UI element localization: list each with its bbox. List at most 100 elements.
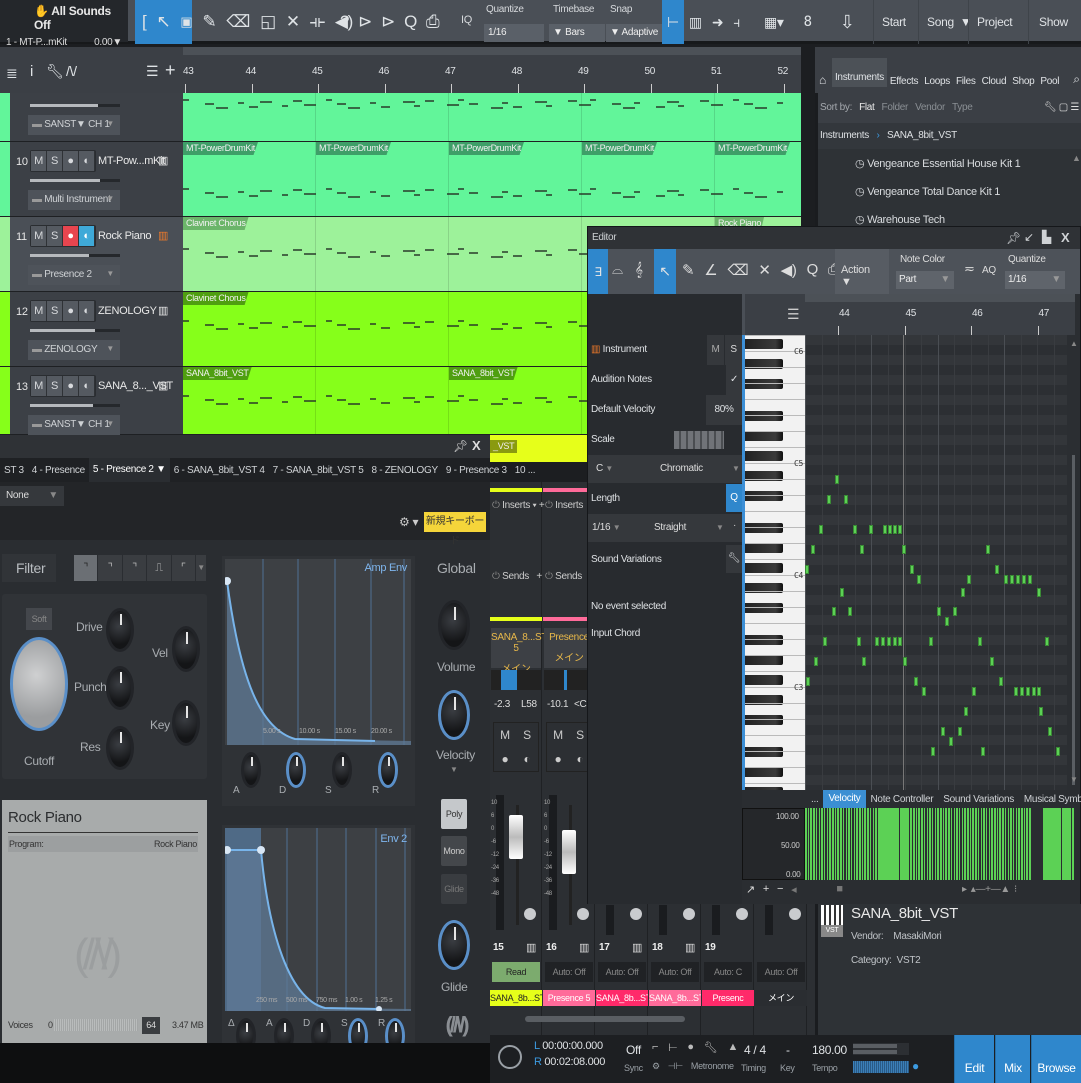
- midi-note[interactable]: [981, 747, 985, 756]
- listen-tool-icon[interactable]: ◀): [781, 261, 797, 279]
- lane-more-button[interactable]: ...: [806, 794, 823, 805]
- pan-slider[interactable]: [491, 670, 541, 690]
- bend-tool-icon[interactable]: ⟛: [310, 12, 325, 32]
- mono-button[interactable]: Mono: [441, 836, 467, 866]
- pan-knob[interactable]: [630, 908, 642, 920]
- browser-item[interactable]: ◷ Vengeance Total Dance Kit 1: [855, 185, 1000, 198]
- audition-checkbox[interactable]: ✓: [726, 365, 742, 395]
- vel-knob[interactable]: [172, 626, 200, 672]
- instrument-tab[interactable]: 6 - SANA_8bit_VST 4: [170, 465, 269, 476]
- wrench-icon[interactable]: 🔧︎: [726, 545, 742, 573]
- scroll-up-icon[interactable]: ▲: [1072, 153, 1081, 163]
- tab-instruments[interactable]: Instruments: [831, 58, 887, 87]
- action-menu[interactable]: Action ▼: [835, 249, 889, 294]
- black-key[interactable]: [745, 563, 783, 573]
- midi-note[interactable]: [917, 575, 921, 584]
- scroll-left-icon[interactable]: ◂: [791, 883, 797, 896]
- pencil-tool-icon[interactable]: ✎: [202, 12, 216, 32]
- velocity-bar[interactable]: [1007, 808, 1010, 880]
- velocity-bar[interactable]: [834, 808, 837, 880]
- velocity-bar[interactable]: [826, 808, 829, 880]
- snap-cursor-icon[interactable]: ⊳: [358, 12, 372, 32]
- pin-icon[interactable]: 📌︎: [1006, 231, 1021, 245]
- list-view-icon[interactable]: ≣: [6, 65, 18, 82]
- drive-knob[interactable]: [106, 608, 134, 652]
- velocity-bar[interactable]: [918, 808, 920, 880]
- cutoff-knob[interactable]: [10, 637, 68, 731]
- velocity-bar[interactable]: [829, 808, 831, 880]
- browser-item[interactable]: ◷ Vengeance Essential House Kit 1: [855, 157, 1021, 170]
- midi-note[interactable]: [835, 475, 839, 484]
- length-select[interactable]: 1/16 ▼: [592, 522, 621, 533]
- track-name[interactable]: MT-Pow...mKit: [98, 155, 165, 167]
- instrument-keyboard-icon[interactable]: ▥: [158, 304, 168, 317]
- layout-icon[interactable]: ▦▾: [764, 14, 784, 31]
- velocity-bar[interactable]: [994, 808, 996, 880]
- midi-note[interactable]: [941, 727, 945, 736]
- arrow-right-icon[interactable]: ➜: [712, 14, 724, 31]
- black-key[interactable]: [745, 767, 783, 777]
- instrument-tab[interactable]: 10 ...: [511, 465, 539, 476]
- mute-button[interactable]: M: [31, 151, 47, 171]
- precount-icon[interactable]: ⌐: [652, 1041, 658, 1054]
- remove-lane-icon[interactable]: −: [777, 883, 783, 896]
- eraser-tool-icon[interactable]: ⌫: [727, 261, 748, 279]
- tab-files[interactable]: Files: [953, 76, 979, 87]
- track-row[interactable]: 12 M S ● ◐ ZENOLOGY ▥ ▬ ZENOLOGY ▼: [0, 292, 183, 367]
- clip-label[interactable]: Clavinet Chorus: [183, 217, 249, 230]
- velocity-bar[interactable]: [848, 808, 850, 880]
- split-marker-icon[interactable]: ⫞: [733, 14, 740, 31]
- velocity-bar[interactable]: [859, 808, 861, 880]
- wrench-icon[interactable]: 🔧︎ ▢ ☰: [1044, 102, 1079, 114]
- midi-note[interactable]: [902, 545, 906, 554]
- velocity-bar[interactable]: [950, 808, 953, 880]
- channel-footer-name[interactable]: SANA_8b...ST 7: [649, 990, 701, 1006]
- solo-button[interactable]: S: [47, 376, 63, 396]
- velocity-bar[interactable]: [853, 808, 856, 880]
- midi-note[interactable]: [978, 637, 982, 646]
- print-icon[interactable]: ⎙: [426, 12, 440, 32]
- breadcrumb-current[interactable]: SANA_8bit_VST: [887, 130, 957, 141]
- track-lane[interactable]: [183, 93, 801, 142]
- midi-note[interactable]: [1028, 575, 1032, 584]
- mute-tool-icon[interactable]: ✕: [758, 261, 771, 279]
- velocity-bar[interactable]: [867, 808, 869, 880]
- velocity-knob[interactable]: [438, 690, 470, 740]
- mixer-scrollbar[interactable]: [525, 1016, 685, 1022]
- channel-record[interactable]: ●: [547, 747, 569, 771]
- velocity-bar[interactable]: [921, 808, 923, 880]
- midi-note[interactable]: [1037, 588, 1041, 597]
- midi-note[interactable]: [875, 637, 879, 646]
- folder-list-icon[interactable]: ☰: [146, 63, 159, 80]
- black-key[interactable]: [745, 431, 783, 441]
- velocity-bar[interactable]: [821, 808, 823, 880]
- amp-sustain-knob[interactable]: [332, 752, 352, 788]
- midi-note[interactable]: [986, 545, 990, 554]
- midi-note[interactable]: [1056, 747, 1060, 756]
- metronome-dot-icon[interactable]: ●: [687, 1041, 694, 1054]
- sends-button[interactable]: ⏻ Sends: [545, 571, 582, 582]
- lowpass-icon[interactable]: ⌝: [74, 555, 98, 581]
- channel-mute[interactable]: M: [547, 723, 569, 747]
- velocity-bar[interactable]: [977, 808, 980, 880]
- track-volume-slider[interactable]: [30, 254, 120, 257]
- amp-decay-knob[interactable]: [286, 752, 306, 788]
- preset-select[interactable]: None ▼: [0, 486, 64, 506]
- velocity-bar[interactable]: [931, 808, 934, 880]
- black-key[interactable]: [745, 675, 783, 685]
- midi-note[interactable]: [964, 707, 968, 716]
- record-arm-button[interactable]: ●: [63, 151, 79, 171]
- punch-knob[interactable]: [106, 666, 134, 710]
- voices-max[interactable]: 64: [142, 1017, 160, 1034]
- channel-record[interactable]: ●: [494, 747, 516, 771]
- midi-note[interactable]: [1010, 575, 1014, 584]
- eraser-tool-icon[interactable]: ⌫: [226, 12, 250, 32]
- midi-note[interactable]: [922, 687, 926, 696]
- midi-note[interactable]: [827, 495, 831, 504]
- midi-note[interactable]: [995, 565, 999, 574]
- instrument-keyboard-icon[interactable]: ▥: [579, 941, 589, 954]
- midi-note[interactable]: [848, 607, 852, 616]
- channel-mute[interactable]: M: [494, 723, 516, 747]
- midi-note[interactable]: [961, 588, 965, 597]
- instrument-keyboard-icon[interactable]: ▥: [158, 154, 168, 167]
